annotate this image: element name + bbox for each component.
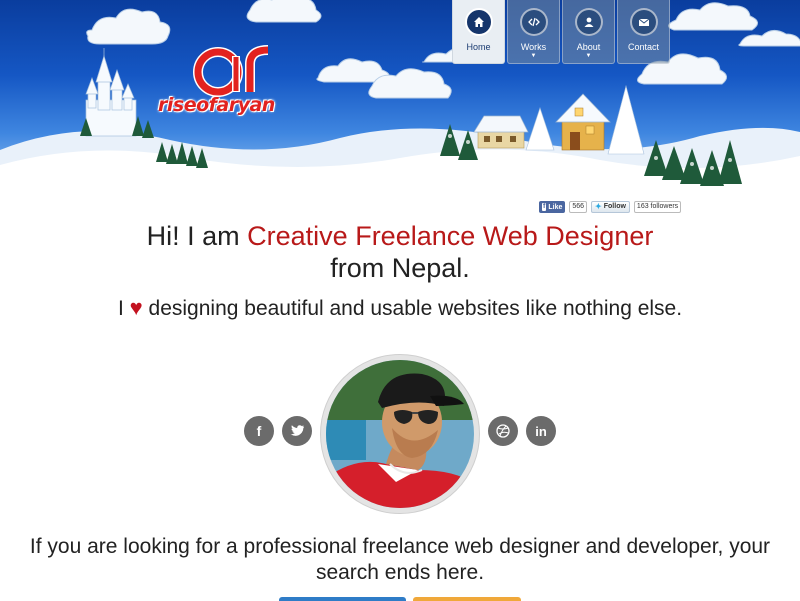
facebook-link[interactable]: f	[244, 416, 274, 446]
facebook-like-label: Like	[548, 203, 563, 211]
dribbble-icon	[496, 424, 510, 438]
dribbble-link[interactable]	[488, 416, 518, 446]
castle-illustration	[85, 48, 137, 137]
twitter-icon	[290, 425, 304, 436]
twitter-link[interactable]	[282, 416, 312, 446]
winter-landscape-illustration	[0, 0, 800, 215]
hero-intro: Hi! I am	[146, 221, 248, 251]
header-scene: riseofaryan Home Works ▼ About ▼ Contact…	[0, 0, 800, 215]
home-icon	[464, 8, 493, 36]
hero-subline: I ♥ designing beautiful and usable websi…	[0, 295, 800, 322]
nav-item-about[interactable]: About ▼	[562, 0, 615, 64]
user-icon	[574, 8, 603, 36]
linkedin-icon: in	[535, 423, 547, 439]
nav-item-home[interactable]: Home	[452, 0, 505, 64]
facebook-icon: f	[256, 423, 262, 439]
nav-item-contact[interactable]: Contact	[617, 0, 670, 64]
envelope-icon	[629, 8, 658, 36]
profile-photo-frame	[320, 354, 480, 514]
twitter-bird-icon: ✦	[595, 202, 602, 211]
secondary-cta-button[interactable]	[413, 597, 521, 601]
hero-outro: from Nepal.	[330, 253, 470, 283]
chevron-down-icon: ▼	[585, 53, 592, 59]
twitter-follow-label: Follow	[603, 203, 626, 210]
love-prefix: I	[117, 297, 124, 320]
profile-photo	[326, 360, 474, 508]
code-icon	[519, 8, 548, 36]
ar-monogram-icon	[193, 45, 269, 97]
nav-item-works[interactable]: Works ▼	[507, 0, 560, 64]
facebook-like-count: 566	[569, 201, 588, 213]
heart-icon: ♥	[129, 295, 143, 320]
main-nav: Home Works ▼ About ▼ Contact	[452, 0, 672, 64]
social-count-widgets: f Like 566 ✦ Follow 163 followers	[539, 201, 682, 213]
nav-label-home: Home	[466, 42, 491, 52]
nav-label-about: About	[576, 42, 601, 52]
nav-label-contact: Contact	[627, 42, 660, 52]
twitter-follower-count: 163 followers	[633, 201, 682, 213]
love-suffix: designing beautiful and usable websites …	[148, 297, 683, 320]
linkedin-link[interactable]: in	[526, 416, 556, 446]
twitter-follow-button[interactable]: ✦ Follow	[591, 201, 630, 213]
pitch-text: If you are looking for a professional fr…	[29, 535, 771, 584]
facebook-like-button[interactable]: f Like	[539, 201, 566, 213]
facebook-icon: f	[542, 203, 547, 211]
site-logo[interactable]: riseofaryan	[158, 42, 298, 122]
hero-highlight: Creative Freelance Web Designer	[247, 221, 654, 251]
logo-wordmark: riseofaryan	[158, 94, 275, 116]
chevron-down-icon: ▼	[530, 53, 537, 59]
nav-label-works: Works	[520, 42, 547, 52]
primary-cta-button[interactable]	[279, 597, 406, 601]
hero-headline: Hi! I am Creative Freelance Web Designer…	[0, 220, 800, 284]
